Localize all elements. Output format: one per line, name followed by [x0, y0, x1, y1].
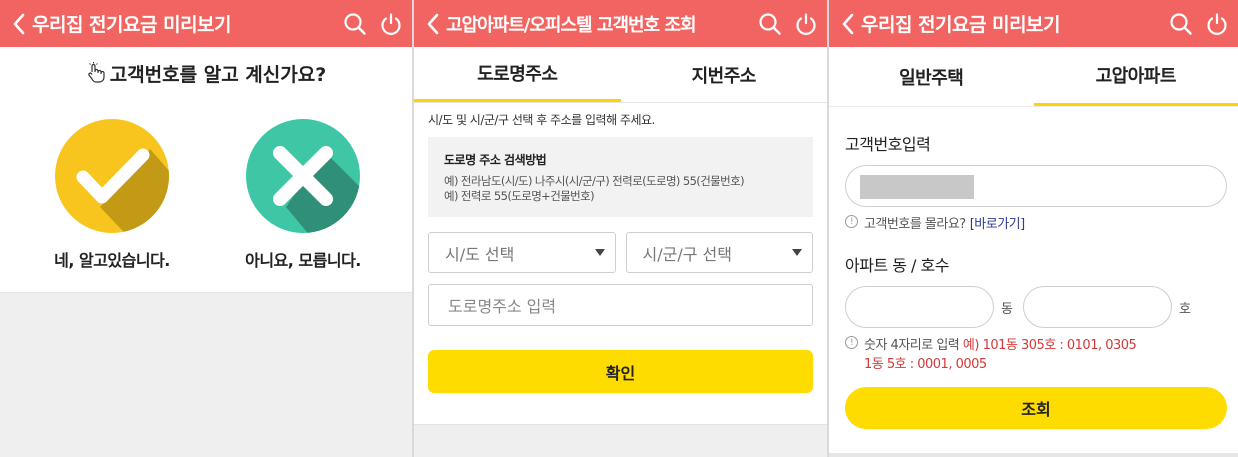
no-label: 아니요, 모릅니다.	[245, 251, 361, 270]
empty-background	[0, 292, 412, 457]
chevron-left-icon	[842, 13, 854, 34]
apartment-notice: ! 숫자 4자리로 입력 예) 101동 305호 : 0101, 0305	[845, 334, 1238, 353]
chevron-left-icon	[13, 13, 25, 34]
lookup-button[interactable]: 조회	[845, 387, 1227, 429]
yes-label: 네, 알고있습니다.	[54, 251, 170, 270]
guide-example-2: 예) 전력로 55(도로명+건물번호)	[444, 189, 595, 203]
caret-down-icon	[792, 249, 802, 256]
example-2: 1동 5호 : 0001, 0005	[864, 357, 987, 372]
customer-number-input[interactable]	[845, 165, 1227, 207]
caret-down-icon	[594, 249, 605, 256]
app-header: 고압아파트/오피스텔 고객번호 조회	[414, 0, 827, 47]
notice-text: 숫자 4자리로 입력	[864, 338, 960, 353]
tab-general-house[interactable]: 일반주택	[829, 47, 1034, 106]
chevron-left-icon	[427, 13, 439, 34]
shortcut-link[interactable]: [바로가기]	[970, 213, 1025, 232]
power-icon	[796, 12, 816, 35]
cross-icon	[246, 119, 360, 233]
search-button[interactable]	[1168, 11, 1194, 37]
question-text: 고객번호를 알고 계신가요?	[109, 60, 326, 87]
check-icon	[55, 119, 169, 233]
apartment-notice-second: 1동 5호 : 0001, 0005	[845, 353, 1238, 372]
search-guide-box: 도로명 주소 검색방법 예) 전라남도(시/도) 나주시(시/군/구) 전력로(…	[428, 137, 813, 217]
sigungu-select-value: 시/군/구 선택	[642, 244, 732, 264]
empty-background	[414, 424, 827, 457]
back-button[interactable]	[10, 12, 28, 36]
apartment-notice-body: 숫자 4자리로 입력 예) 101동 305호 : 0101, 0305	[864, 334, 1137, 353]
region-selects: 시/도 선택 시/군/구 선택	[428, 232, 813, 273]
tab-lot-address[interactable]: 지번주소	[621, 47, 828, 102]
app-header: 우리집 전기요금 미리보기	[829, 0, 1238, 47]
address-type-tabs: 도로명주소 지번주소	[414, 47, 827, 103]
sido-select[interactable]: 시/도 선택	[428, 232, 616, 273]
power-icon	[1207, 12, 1227, 35]
search-icon	[1170, 12, 1192, 35]
apartment-inputs: 동 호	[845, 286, 1238, 328]
masked-value	[860, 175, 974, 199]
dong-unit: 동	[1001, 301, 1013, 317]
power-button[interactable]	[793, 11, 819, 37]
sigungu-select[interactable]: 시/군/구 선택	[625, 232, 813, 273]
header-title: 고압아파트/오피스텔 고객번호 조회	[446, 14, 697, 36]
no-dont-know-button[interactable]: 아니요, 모릅니다.	[218, 119, 388, 271]
screen-customer-number-check: 우리집 전기요금 미리보기 고객번호를 알고 계신가요? 네, 알고있습니다.	[0, 0, 412, 457]
screen-bill-preview-form: 우리집 전기요금 미리보기 일반주택 고압아파트 고객번호입력 ! 고객번호를 …	[829, 0, 1238, 457]
search-button[interactable]	[342, 11, 368, 37]
yes-know-button[interactable]: 네, 알고있습니다.	[27, 119, 197, 271]
question-heading: 고객번호를 알고 계신가요?	[0, 47, 412, 99]
customer-number-label: 고객번호입력	[845, 135, 931, 154]
housing-type-tabs: 일반주택 고압아파트	[829, 47, 1238, 107]
sido-select-value: 시/도 선택	[445, 244, 515, 264]
choice-area: 네, 알고있습니다. 아니요, 모릅니다.	[0, 99, 412, 292]
tab-road-address[interactable]: 도로명주소	[414, 47, 621, 102]
search-icon	[344, 12, 366, 35]
ho-unit: 호	[1178, 301, 1191, 317]
back-button[interactable]	[839, 12, 857, 36]
example-1: 예) 101동 305호 : 0101, 0305	[962, 338, 1137, 353]
confirm-button[interactable]: 확인	[428, 350, 813, 393]
apartment-label: 아파트 동 / 호수	[845, 256, 949, 275]
dong-input[interactable]	[845, 286, 994, 328]
search-button[interactable]	[757, 11, 783, 37]
road-address-input[interactable]: 도로명주소 입력	[428, 284, 813, 326]
back-button[interactable]	[424, 12, 442, 36]
empty-background	[829, 453, 1238, 457]
power-button[interactable]	[378, 11, 404, 37]
header-title: 우리집 전기요금 미리보기	[32, 14, 232, 36]
info-icon: !	[845, 215, 858, 228]
search-icon	[759, 12, 781, 35]
instruction-text: 시/도 및 시/군/구 선택 후 주소를 입력해 주세요.	[428, 113, 655, 127]
tab-high-voltage-apartment[interactable]: 고압아파트	[1033, 47, 1238, 106]
pointing-hand-icon	[86, 62, 106, 84]
screen-apartment-lookup: 고압아파트/오피스텔 고객번호 조회 도로명주소 지번주소 시/도 및 시/군/…	[414, 0, 827, 457]
guide-title: 도로명 주소 검색방법	[444, 153, 547, 167]
road-address-placeholder: 도로명주소 입력	[448, 297, 557, 316]
info-icon: !	[845, 336, 858, 349]
header-title: 우리집 전기요금 미리보기	[861, 14, 1061, 36]
power-button[interactable]	[1204, 11, 1230, 37]
notice-text: 고객번호를 몰라요?	[864, 217, 966, 232]
app-header: 우리집 전기요금 미리보기	[0, 0, 412, 47]
power-icon	[381, 12, 401, 35]
guide-example-1: 예) 전라남도(시/도) 나주시(시/군/구) 전력로(도로명) 55(건물번호…	[444, 174, 745, 188]
customer-number-notice: ! 고객번호를 몰라요? [바로가기]	[845, 213, 1238, 232]
ho-input[interactable]	[1022, 286, 1172, 328]
